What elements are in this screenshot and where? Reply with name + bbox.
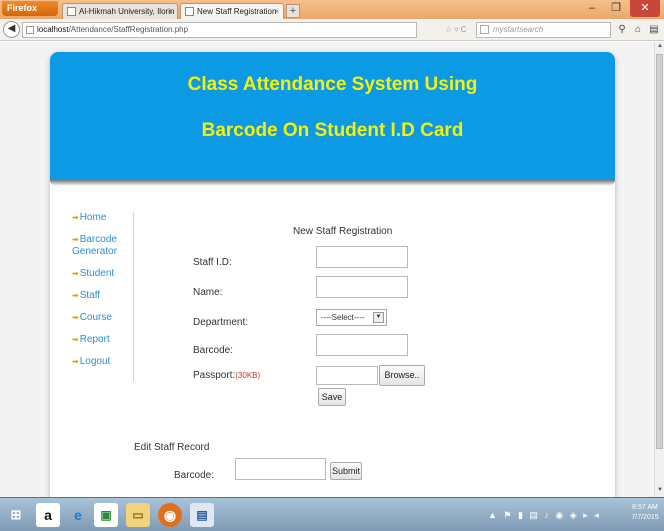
excel-icon[interactable]: ▣ <box>94 503 118 527</box>
bookmark-star-icon[interactable]: ☆ ▿ C <box>445 25 466 34</box>
barcode-input[interactable] <box>316 334 408 356</box>
sidebar-item-home[interactable]: ➡Home <box>72 212 133 224</box>
passport-file-path[interactable] <box>316 366 378 385</box>
tab-staff-registration[interactable]: New Staff Registration × <box>180 3 284 19</box>
department-select[interactable]: ----Select---- ▼ <box>316 309 387 326</box>
new-tab-button[interactable]: + <box>286 4 300 18</box>
search-input[interactable]: mystartsearch <box>476 22 611 38</box>
firefox-menu-button[interactable]: Firefox <box>2 1 58 16</box>
arrow-icon: ➡ <box>72 335 79 344</box>
tab-university[interactable]: Al-Hikmah University, Ilorin - Nigeria..… <box>62 3 178 19</box>
edit-barcode-input[interactable] <box>235 458 326 480</box>
banner-shadow <box>50 180 615 186</box>
close-icon[interactable]: × <box>274 4 279 19</box>
close-window-icon[interactable]: ✕ <box>630 0 660 17</box>
file-explorer-icon[interactable]: ▭ <box>126 503 150 527</box>
sidebar-item-student[interactable]: ➡Student <box>72 268 133 280</box>
staff-id-input[interactable] <box>316 246 408 268</box>
chevron-down-icon: ▼ <box>373 312 384 323</box>
arrow-icon: ➡ <box>72 213 79 222</box>
staff-id-label: Staff I.D: <box>193 257 232 268</box>
back-arrow-icon[interactable]: ◀ <box>3 21 20 38</box>
site-identity-icon <box>26 26 34 34</box>
scroll-up-icon[interactable]: ▲ <box>656 43 664 49</box>
sidebar-item-label: Home <box>79 212 107 223</box>
banner-title-line2: Barcode On Student I.D Card <box>201 120 464 141</box>
search-icon[interactable]: ⚲ <box>615 23 629 37</box>
minimize-icon[interactable]: – <box>580 0 604 17</box>
header-banner: Class Attendance System Using Barcode On… <box>50 52 615 180</box>
windows-start-icon[interactable]: ⊞ <box>8 507 24 523</box>
edit-barcode-label: Barcode: <box>174 470 215 481</box>
name-label: Name: <box>193 287 223 298</box>
menu-icon[interactable]: ▤ <box>647 23 661 37</box>
browser-titlebar: Firefox Al-Hikmah University, Ilorin - N… <box>0 0 664 19</box>
sidebar-item-course[interactable]: ➡Course <box>72 312 133 324</box>
maximize-icon[interactable]: ❐ <box>604 0 628 17</box>
page-icon <box>67 7 76 16</box>
arrow-icon: ➡ <box>72 291 79 300</box>
arrow-icon: ➡ <box>72 313 79 322</box>
sidebar-item-label: Logout <box>79 356 111 367</box>
url-host: localhost <box>37 25 69 34</box>
sidebar-item-label: Staff <box>79 290 101 301</box>
navigation-bar: ◀ localhost/Attendance/StaffRegistration… <box>0 19 664 41</box>
edit-staff-title: Edit Staff Record <box>134 442 210 453</box>
url-bar[interactable]: localhost/Attendance/StaffRegistration.p… <box>22 22 417 38</box>
taskbar-clock[interactable]: 8:57 AM 7/7/2015 <box>628 503 662 523</box>
sidebar-item-label: Course <box>79 312 112 323</box>
submit-button[interactable]: Submit <box>330 462 362 480</box>
barcode-label: Barcode: <box>193 345 234 356</box>
sidebar-menu: ➡Home ➡Barcode Generator ➡Student ➡Staff… <box>72 212 134 382</box>
page-icon <box>185 7 194 16</box>
sidebar-item-barcode-generator[interactable]: ➡Barcode Generator <box>72 234 128 258</box>
home-icon[interactable]: ⌂ <box>631 23 645 37</box>
arrow-icon: ➡ <box>72 357 79 366</box>
system-tray-icons[interactable]: ▲ ⚑ ▮ ▤ ♪ ◉ ◈ ▸ ◂ <box>488 510 601 521</box>
save-button[interactable]: Save <box>318 388 346 406</box>
firefox-icon[interactable]: ◉ <box>158 503 182 527</box>
amazon-app-icon[interactable]: a <box>36 503 60 527</box>
clock-time: 8:57 AM <box>632 504 658 511</box>
passport-label: Passport:(30KB) <box>193 370 260 381</box>
sidebar-item-staff[interactable]: ➡Staff <box>72 290 133 302</box>
tab-title: New Staff Registration <box>197 7 277 16</box>
name-input[interactable] <box>316 276 408 298</box>
search-engine-icon <box>480 25 489 34</box>
vertical-scrollbar[interactable]: ▲ ▼ <box>654 42 664 497</box>
word-icon[interactable]: ▤ <box>190 503 214 527</box>
scrollbar-thumb[interactable] <box>656 54 663 449</box>
close-icon[interactable]: × <box>168 4 173 19</box>
arrow-icon: ➡ <box>72 269 79 278</box>
sidebar-item-logout[interactable]: ➡Logout <box>72 356 133 368</box>
sidebar-item-label: Barcode Generator <box>72 234 118 257</box>
department-selected-value: ----Select---- <box>321 313 365 322</box>
sidebar-item-report[interactable]: ➡Report <box>72 334 133 346</box>
arrow-icon: ➡ <box>72 235 79 244</box>
passport-label-text: Passport: <box>193 370 236 381</box>
scroll-down-icon[interactable]: ▼ <box>656 487 664 493</box>
passport-size-hint: (30KB) <box>235 371 261 380</box>
sidebar-item-label: Student <box>79 268 115 279</box>
sidebar-item-label: Report <box>79 334 110 345</box>
department-label: Department: <box>193 317 249 328</box>
search-placeholder: mystartsearch <box>493 25 544 34</box>
internet-explorer-icon[interactable]: e <box>66 503 90 527</box>
windows-taskbar: ⊞ a e ▣ ▭ ◉ ▤ ▲ ⚑ ▮ ▤ ♪ ◉ ◈ ▸ ◂ 8:57 AM … <box>0 497 664 531</box>
banner-title-line1: Class Attendance System Using <box>187 74 478 95</box>
browse-button[interactable]: Browse.. <box>379 365 425 386</box>
tab-title: Al-Hikmah University, Ilorin - Nigeria..… <box>79 7 177 16</box>
clock-date: 7/7/2015 <box>631 514 659 521</box>
page-viewport: Class Attendance System Using Barcode On… <box>0 42 654 497</box>
main-container: Class Attendance System Using Barcode On… <box>50 52 615 497</box>
form-title: New Staff Registration <box>293 226 393 237</box>
url-path: /Attendance/StaffRegistration.php <box>68 25 189 34</box>
